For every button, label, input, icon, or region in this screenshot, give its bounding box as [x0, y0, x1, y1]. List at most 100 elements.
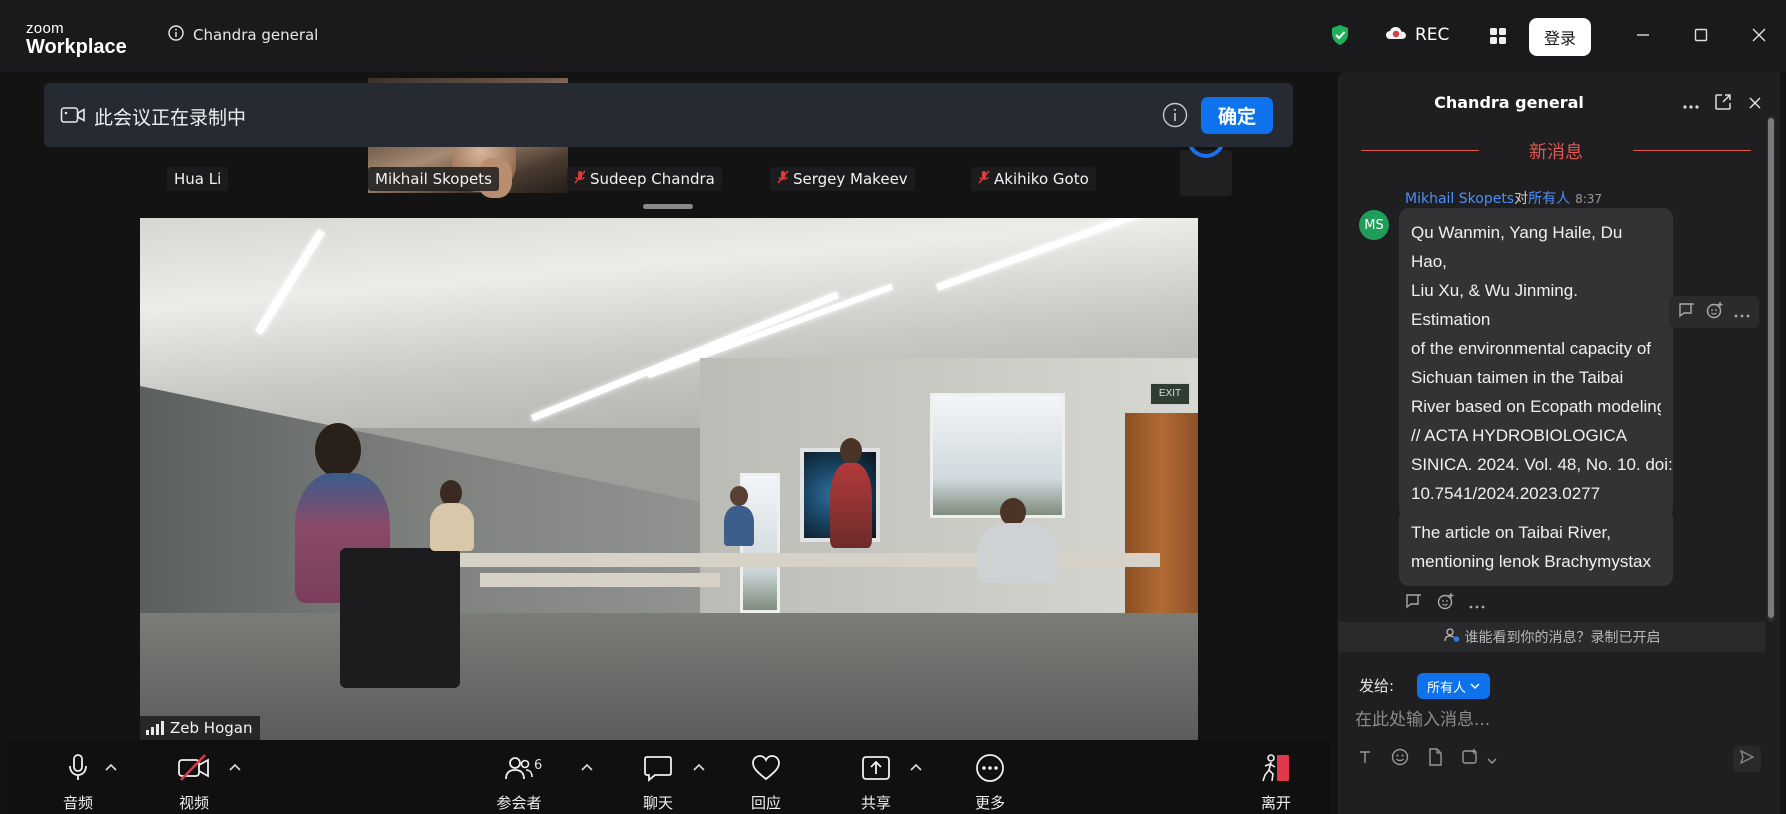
audio-options-caret[interactable]: [102, 756, 120, 774]
chevron-up-icon: [105, 756, 117, 775]
scrollbar-thumb[interactable]: [1768, 118, 1774, 618]
apps-button[interactable]: [1480, 24, 1516, 52]
reply-icon[interactable]: [1678, 302, 1696, 322]
zoom-workplace-logo: zoom Workplace: [26, 21, 127, 57]
maximize-icon: [1693, 27, 1709, 47]
chevron-up-icon: [229, 756, 241, 775]
divider-line: [1633, 150, 1751, 151]
message-hover-actions: [1669, 296, 1759, 328]
leave-door-icon: [1260, 753, 1292, 787]
video-person: [430, 503, 474, 551]
participants-options-caret[interactable]: [578, 756, 596, 774]
recording-indicator[interactable]: REC: [1385, 25, 1449, 45]
leave-button[interactable]: 离开: [1246, 740, 1306, 814]
add-reaction-icon[interactable]: [1706, 301, 1724, 323]
send-button[interactable]: [1733, 746, 1761, 772]
reply-icon[interactable]: [1405, 593, 1423, 613]
message-line: mentioning lenok Brachymystax: [1411, 552, 1652, 571]
participants-button[interactable]: 参会者: [484, 740, 554, 814]
more-options-icon[interactable]: [1469, 594, 1485, 613]
video-camera-icon: [60, 105, 86, 129]
sender-name[interactable]: Mikhail Skopets: [1405, 191, 1514, 207]
audio-button[interactable]: 音频: [48, 740, 108, 814]
recipient-dropdown[interactable]: 所有人: [1417, 673, 1491, 699]
video-person: [830, 463, 872, 548]
chevron-up-icon: [693, 756, 705, 775]
share-options-caret[interactable]: [907, 756, 925, 774]
participant-name: Mikhail Skopets: [375, 170, 492, 188]
screenshot-icon[interactable]: [1461, 748, 1479, 770]
message-sender-line: Mikhail Skopets对所有人 8:37: [1405, 188, 1602, 208]
share-button[interactable]: 共享: [846, 740, 906, 814]
minimize-button[interactable]: [1628, 22, 1658, 52]
strip-resize-handle[interactable]: [643, 204, 693, 209]
message-bubble[interactable]: Qu Wanmin, Yang Haile, Du Hao, Liu Xu, &…: [1399, 208, 1673, 518]
chat-message-input[interactable]: [1353, 704, 1753, 736]
emoji-icon[interactable]: [1391, 748, 1409, 770]
message-bubble[interactable]: The article on Taibai River, mentioning …: [1399, 508, 1673, 586]
who-can-see-link[interactable]: 谁能看到你的消息？录制已开启: [1339, 622, 1765, 652]
video-person-head: [1000, 498, 1026, 526]
message-time: 8:37: [1575, 192, 1603, 206]
chat-bubble-icon: [643, 754, 673, 786]
meeting-info-button[interactable]: Chandra general: [168, 24, 318, 46]
who-can-see-text: 谁能看到你的消息？录制已开启: [1464, 630, 1661, 646]
participant-name: Sergey Makeev: [793, 170, 908, 188]
rec-label: REC: [1415, 25, 1450, 45]
file-icon[interactable]: [1427, 748, 1443, 770]
participant-name: Hua Li: [174, 170, 222, 188]
video-person: [724, 506, 754, 546]
message-line: River based on Ecopath modeling: [1411, 397, 1661, 416]
chat-scrollbar[interactable]: [1767, 116, 1775, 622]
muted-mic-icon: [574, 170, 586, 188]
muted-mic-icon: [777, 170, 789, 188]
more-options-icon[interactable]: [1734, 303, 1750, 322]
video-door: [1125, 413, 1198, 643]
message-actions: [1405, 592, 1485, 614]
muted-mic-icon: [978, 170, 990, 188]
leave-label: 离开: [1260, 794, 1291, 812]
close-window-button[interactable]: [1744, 22, 1774, 52]
chat-options-caret[interactable]: [690, 756, 708, 774]
react-button[interactable]: 回应: [736, 740, 796, 814]
chat-title: Chandra general: [1434, 93, 1584, 112]
participant-name-tag: Sergey Makeev: [770, 167, 915, 191]
chat-button[interactable]: 聊天: [628, 740, 688, 814]
audio-label: 音频: [62, 794, 93, 812]
video-chair: [340, 548, 460, 688]
video-options-caret[interactable]: [226, 756, 244, 774]
chevron-down-icon[interactable]: [1487, 750, 1497, 769]
message-line: Sichuan taimen in the Taibai: [1411, 368, 1624, 387]
confirm-button[interactable]: 确定: [1201, 97, 1273, 134]
text-format-icon[interactable]: [1357, 749, 1373, 769]
more-button[interactable]: 更多: [960, 740, 1020, 814]
apps-grid-icon: [1488, 26, 1508, 50]
meeting-title: Chandra general: [193, 26, 319, 44]
participant-name-tag: Hua Li: [167, 167, 229, 191]
more-label: 更多: [974, 794, 1005, 812]
chevron-up-icon: [581, 756, 593, 775]
participants-count: 6: [534, 758, 543, 773]
chat-more-button[interactable]: [1679, 92, 1703, 116]
main-video[interactable]: EXIT Zeb Hogan: [140, 218, 1198, 740]
logo-line2: Workplace: [26, 36, 127, 58]
avatar[interactable]: MS: [1359, 210, 1389, 240]
participant-name-tag: Mikhail Skopets: [368, 167, 499, 191]
maximize-button[interactable]: [1686, 22, 1716, 52]
video-person: [978, 523, 1058, 583]
video-participant-name: Zeb Hogan: [170, 719, 253, 737]
recipient-value: 所有人: [1427, 680, 1467, 696]
participant-name-tag: Sudeep Chandra: [567, 167, 722, 191]
close-icon: [1748, 95, 1762, 114]
logo-line1: zoom: [26, 20, 64, 37]
info-icon[interactable]: [1162, 102, 1188, 132]
login-button[interactable]: 登录: [1529, 18, 1591, 56]
close-chat-button[interactable]: [1743, 92, 1767, 116]
video-button[interactable]: 视频: [164, 740, 224, 814]
popout-button[interactable]: [1711, 92, 1735, 116]
send-icon: [1739, 749, 1755, 769]
title-bar: zoom Workplace Chandra general REC 登录: [0, 0, 1786, 72]
add-reaction-icon[interactable]: [1437, 592, 1455, 614]
video-floor: [140, 613, 1198, 740]
encryption-shield-icon[interactable]: [1330, 24, 1350, 50]
